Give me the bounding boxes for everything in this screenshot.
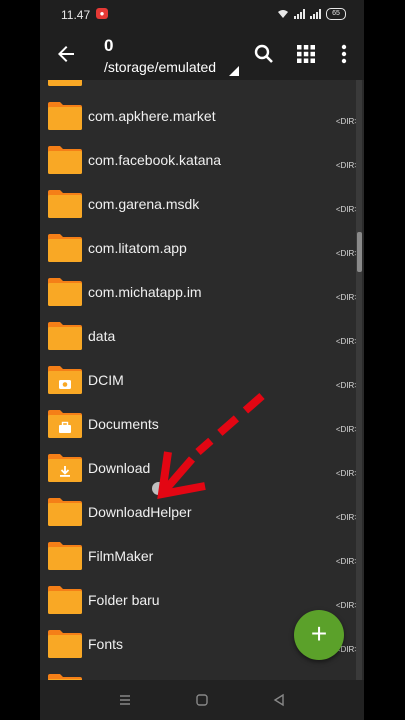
- folder-icon: [48, 80, 82, 86]
- navigation-bar: [40, 680, 364, 720]
- file-name: FilmMaker: [88, 548, 154, 564]
- folder-icon: [48, 322, 82, 350]
- file-name: Documents: [88, 416, 159, 432]
- scrollbar-thumb[interactable]: [357, 232, 362, 272]
- list-item[interactable]: Documents <DIR>: [40, 402, 364, 446]
- file-list-rows: ColorOS<DIR>com.apkhere.market<DIR>com.f…: [40, 80, 364, 680]
- screen-record-icon: ●: [96, 8, 108, 19]
- file-name: com.michatapp.im: [88, 284, 202, 300]
- file-name: com.garena.msdk: [88, 196, 200, 212]
- folder-icon: [48, 542, 82, 570]
- file-manager-screen: 11.47 ● 65 0 /storage/emulated com.apkhe…: [40, 0, 364, 720]
- folder-icon: [48, 454, 82, 482]
- grid-view-icon[interactable]: [296, 44, 316, 64]
- folder-icon: [48, 586, 82, 614]
- list-item[interactable]: ColorOS<DIR>: [40, 80, 364, 94]
- battery-icon: 65: [326, 8, 346, 20]
- folder-icon: [48, 630, 82, 658]
- list-item[interactable]: FilmMaker <DIR>: [40, 534, 364, 578]
- more-options-icon[interactable]: [334, 42, 354, 66]
- back-arrow-icon[interactable]: [54, 42, 78, 66]
- list-item[interactable]: DownloadHelper <DIR>: [40, 490, 364, 534]
- folder-icon: [48, 410, 82, 438]
- folder-icon: [48, 498, 82, 526]
- signal-icon: [310, 9, 321, 19]
- file-name: com.apkhere.market: [88, 108, 216, 124]
- signal-icon: [294, 9, 305, 19]
- list-item[interactable]: com.facebook.katana <DIR>: [40, 138, 364, 182]
- add-button[interactable]: +: [294, 610, 344, 660]
- list-item[interactable]: com.michatapp.im <DIR>: [40, 270, 364, 314]
- touch-indicator: [152, 482, 165, 495]
- list-item[interactable]: gala<DIR>: [40, 666, 364, 680]
- list-item[interactable]: data <DIR>: [40, 314, 364, 358]
- scrollbar-track[interactable]: [356, 80, 362, 680]
- file-name: DCIM: [88, 372, 124, 388]
- list-item[interactable]: com.apkhere.market <DIR>: [40, 94, 364, 138]
- file-name: DownloadHelper: [88, 504, 192, 520]
- file-name: Folder baru: [88, 592, 160, 608]
- home-icon[interactable]: [195, 693, 209, 707]
- back-icon[interactable]: [272, 693, 286, 707]
- file-name: Download: [88, 460, 151, 476]
- file-name: Fonts: [88, 636, 124, 652]
- toolbar: 0 /storage/emulated: [40, 28, 364, 80]
- folder-icon: [48, 146, 82, 174]
- file-name: com.facebook.katana: [88, 152, 222, 168]
- file-name: com.litatom.app: [88, 240, 187, 256]
- search-icon[interactable]: [252, 42, 276, 66]
- selection-count: 0: [104, 36, 114, 55]
- folder-icon: [48, 278, 82, 306]
- status-time: 11.47: [61, 8, 91, 22]
- list-item[interactable]: Download <DIR>: [40, 446, 364, 490]
- list-item[interactable]: DCIM <DIR>: [40, 358, 364, 402]
- file-name: data: [88, 328, 116, 344]
- folder-icon: [48, 190, 82, 218]
- wifi-icon: [278, 10, 288, 18]
- path-dropdown-icon[interactable]: [229, 66, 239, 76]
- folder-icon: [48, 102, 82, 130]
- folder-icon: [48, 366, 82, 394]
- recents-icon[interactable]: [118, 693, 132, 707]
- current-path[interactable]: /storage/emulated: [104, 59, 216, 75]
- folder-icon: [48, 674, 82, 680]
- list-item[interactable]: com.garena.msdk <DIR>: [40, 182, 364, 226]
- status-bar: 11.47 ● 65: [40, 0, 364, 28]
- status-icons: 65: [277, 8, 346, 20]
- file-list[interactable]: ColorOS<DIR>com.apkhere.market<DIR>com.f…: [40, 80, 364, 680]
- folder-icon: [48, 234, 82, 262]
- plus-icon: +: [310, 618, 328, 649]
- list-item[interactable]: com.litatom.app <DIR>: [40, 226, 364, 270]
